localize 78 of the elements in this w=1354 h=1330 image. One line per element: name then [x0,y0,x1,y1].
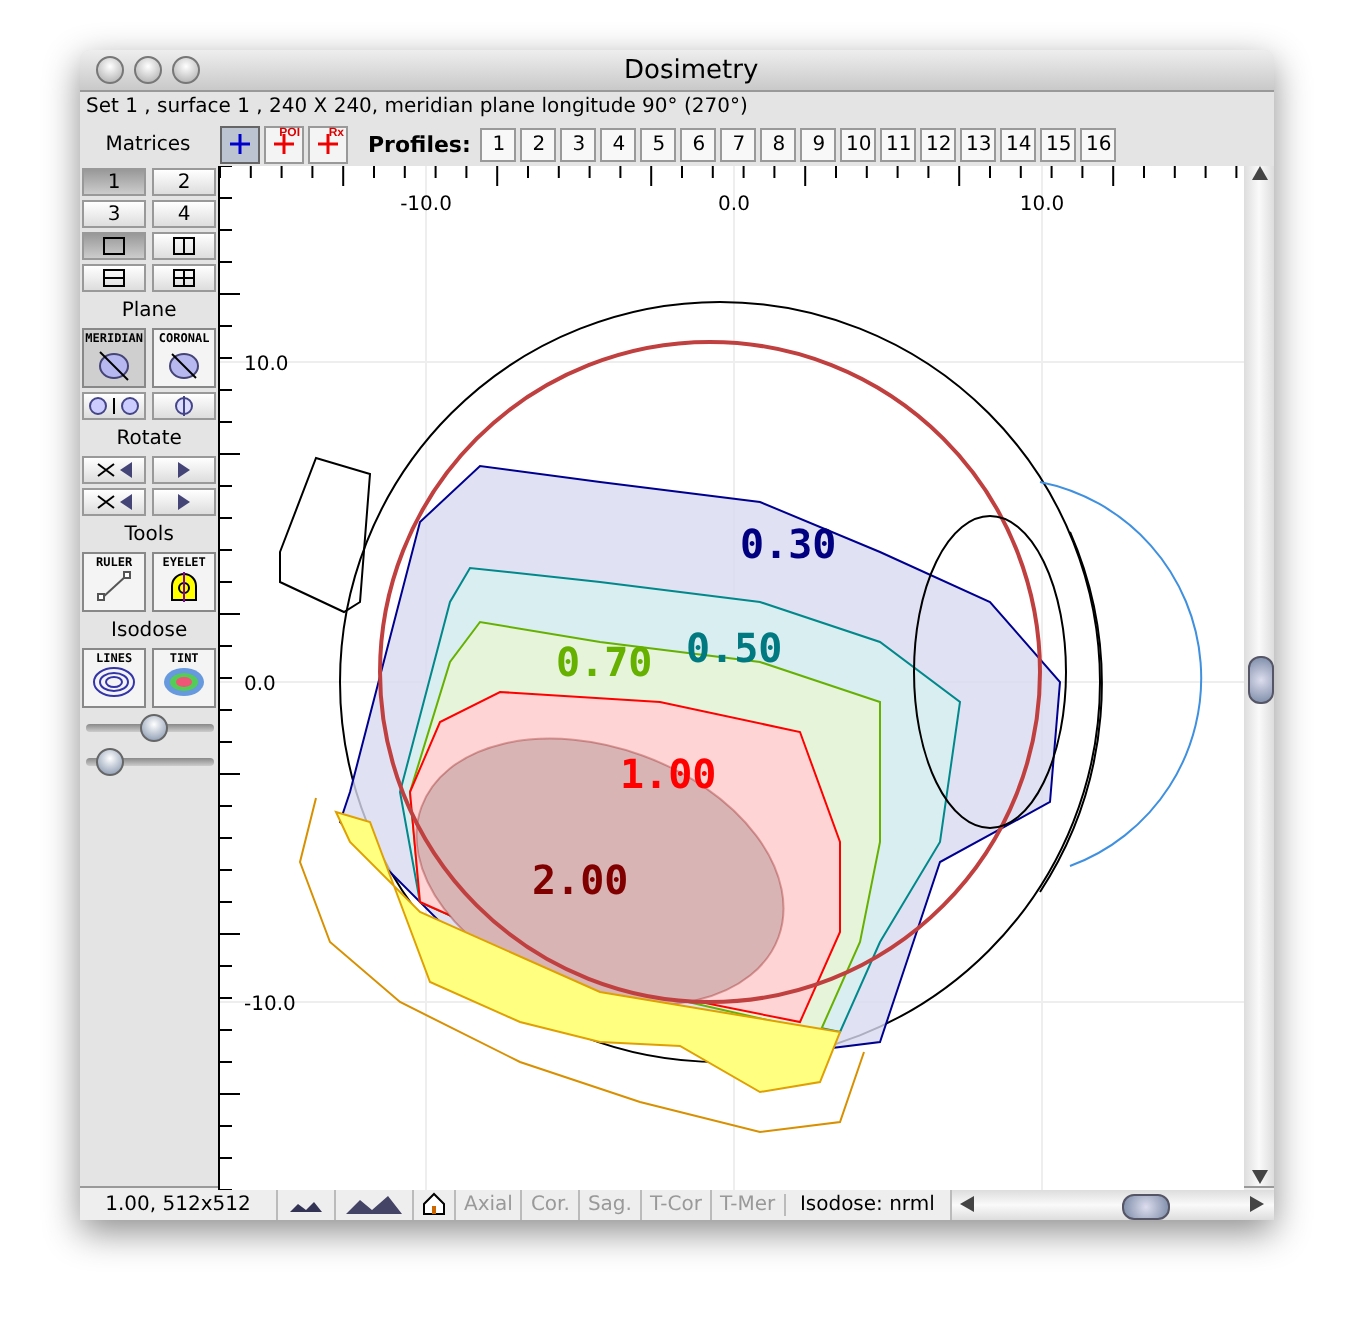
line-icon [96,570,133,602]
section-label: Isodose [111,620,188,642]
profile-button[interactable]: 13 [960,127,997,161]
axis-tick-label: 0.0 [718,194,751,216]
layout-button[interactable] [152,232,217,260]
square-icon [102,236,127,256]
scroll-down-arrow-icon[interactable] [1251,1170,1268,1186]
rotate-button[interactable] [82,456,147,484]
split-square-icon [172,236,197,256]
scroll-thumb[interactable] [1122,1193,1171,1219]
window-control-button[interactable] [96,56,124,84]
matrix-button[interactable]: 4 [152,200,217,228]
profile-button[interactable]: 4 [600,127,637,161]
zoom-readout: 1.00, 512x512 [103,1193,253,1215]
isodose-value-label: 0.50 [686,624,783,672]
split-circle-icon [172,396,197,416]
profile-button[interactable]: 9 [800,127,837,161]
window-control-button[interactable] [134,56,162,84]
window-control-button[interactable] [172,56,200,84]
section-label: Rotate [116,428,182,450]
crosshair-icon [272,132,296,156]
profile-button[interactable]: 6 [680,127,717,161]
flip-button[interactable] [82,392,147,420]
split-square-icon [102,268,127,288]
tint-ovals-icon [162,666,207,698]
profile-button[interactable]: 8 [760,127,797,161]
profile-button[interactable]: 10 [840,127,877,161]
profile-button[interactable]: 5 [640,127,677,161]
matrix-button[interactable]: 3 [82,200,147,228]
profile-button[interactable]: 1 [480,127,517,161]
axis-tick-label: -10.0 [244,994,297,1016]
slider-thumb[interactable] [140,714,169,742]
profile-button[interactable]: 12 [920,127,957,161]
profile-button[interactable]: 7 [720,127,757,161]
flip-button[interactable] [152,392,217,420]
axis-tick-label: 10.0 [1020,194,1065,216]
rotate-button[interactable] [82,488,147,516]
crosshair-icon [316,132,340,156]
layout-button[interactable] [82,264,147,292]
scroll-up-arrow-icon[interactable] [1251,166,1268,182]
isodose-value-label: 2.00 [532,856,629,904]
vertical-scrollbar[interactable] [1244,166,1274,1186]
concentric-ovals-icon [92,666,137,698]
crosshair-tool-button[interactable] [220,125,260,163]
section-label: Plane [121,300,177,322]
window-title: Dosimetry [624,55,759,85]
profile-button[interactable]: 14 [1000,127,1037,161]
axis-tick-label: -10.0 [400,194,453,216]
circles-arrow-icon [88,396,141,416]
layout-button[interactable] [82,232,147,260]
profile-button[interactable]: 3 [560,127,597,161]
large-peaks-icon [344,1194,404,1214]
slider-thumb[interactable] [95,748,124,776]
split-square-icon [172,268,197,288]
scroll-left-arrow-icon[interactable] [959,1196,976,1212]
isodose-value-label: 1.00 [620,750,717,798]
section-label: Tools [124,524,174,546]
matrix-button[interactable]: 2 [152,168,217,196]
isodose-value-label: 0.30 [740,520,837,568]
profile-button[interactable]: 11 [880,127,917,161]
profile-button[interactable]: 2 [520,127,557,161]
axis-tick-label: 0.0 [244,674,277,696]
crosshair-icon [228,132,252,156]
profile-button[interactable]: 15 [1040,127,1077,161]
scroll-right-arrow-icon[interactable] [1250,1196,1266,1212]
profiles-label: Profiles: [368,131,471,157]
eyelet-icon [166,570,203,602]
rotate-button[interactable] [152,456,217,484]
matrix-button[interactable]: 1 [82,168,147,196]
horizontal-scrollbar[interactable] [949,1189,1274,1219]
isodose-value-label: 0.70 [556,638,653,686]
plane-info-text: Set 1 , surface 1 , 240 X 240, meridian plane longitude 90° (270°) [84,94,750,122]
layout-button[interactable] [152,264,217,292]
section-label: Matrices [103,133,193,155]
profile-button[interactable]: 16 [1080,127,1117,161]
scroll-thumb[interactable] [1248,656,1274,704]
axis-tick-label: 10.0 [244,354,289,376]
rotate-button[interactable] [152,488,217,516]
